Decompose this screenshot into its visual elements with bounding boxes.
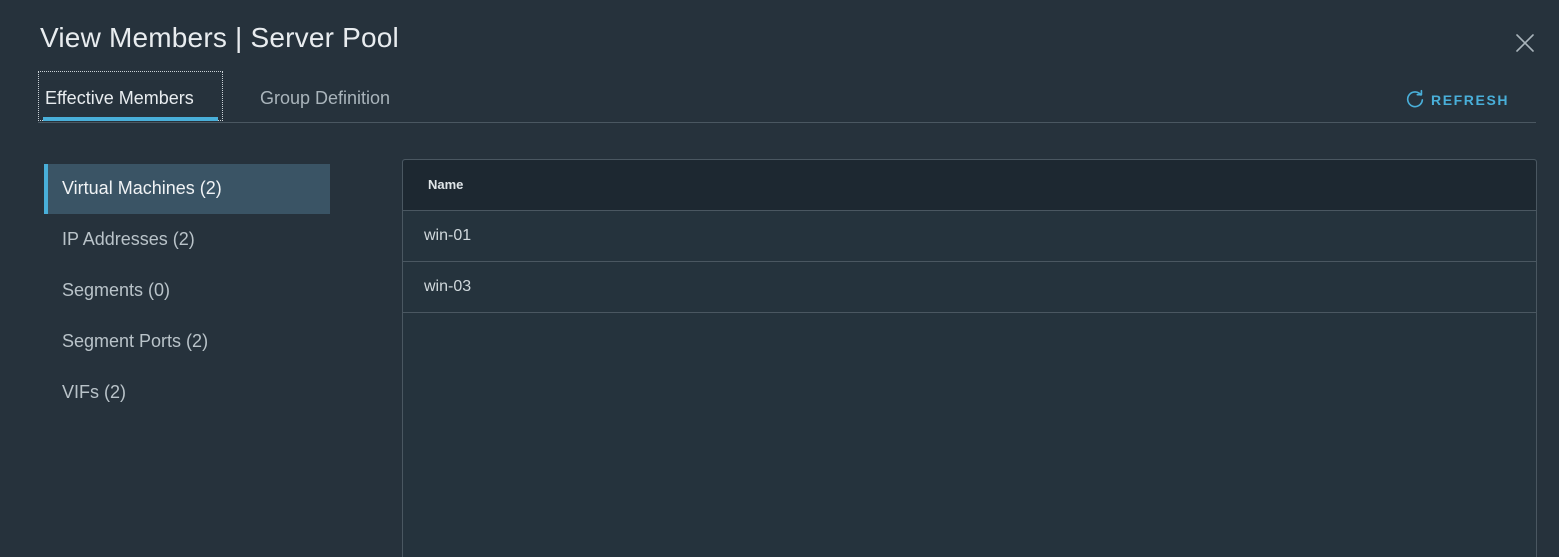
cell-name: win-03 [424, 278, 472, 295]
nav-item-vifs[interactable]: VIFs (2) [44, 368, 330, 418]
refresh-label: REFRESH [1431, 92, 1510, 108]
close-icon[interactable] [1513, 31, 1537, 55]
column-header-name[interactable]: Name [403, 160, 1536, 211]
members-grid: Name win-01 win-03 [402, 159, 1537, 557]
table-row[interactable]: win-03 [403, 262, 1536, 313]
member-type-nav: Virtual Machines (2) IP Addresses (2) Se… [44, 164, 330, 419]
modal-title: View Members | Server Pool [40, 22, 399, 53]
table-row[interactable]: win-01 [403, 211, 1536, 262]
cell-name: win-01 [424, 227, 472, 244]
nav-item-segment-ports[interactable]: Segment Ports (2) [44, 317, 330, 367]
nav-item-segments[interactable]: Segments (0) [44, 266, 330, 316]
tab-effective-members[interactable]: Effective Members [38, 71, 223, 121]
refresh-button[interactable]: REFRESH [1404, 88, 1509, 112]
nav-item-ip-addresses[interactable]: IP Addresses (2) [44, 215, 330, 265]
view-members-modal: View Members | Server Pool Effective Mem… [0, 0, 1559, 557]
refresh-icon [1406, 89, 1424, 108]
nav-item-virtual-machines[interactable]: Virtual Machines (2) [44, 164, 330, 214]
tab-bar: Effective Members Group Definition REFRE… [38, 71, 1536, 123]
tab-group-definition[interactable]: Group Definition [260, 72, 390, 120]
